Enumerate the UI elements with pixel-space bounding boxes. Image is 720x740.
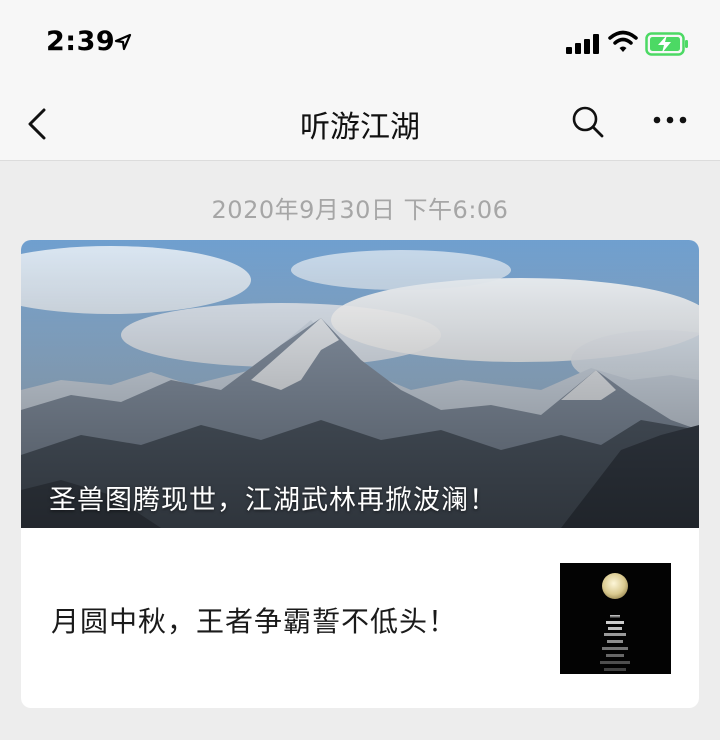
page-title: 听游江湖 [300,110,420,145]
article-card: 圣兽图腾现世，江湖武林再掀波澜！ 月圆中秋，王者争霸誓不低头！ [21,240,699,708]
battery-charging-icon [645,32,688,56]
status-time: 2:39 [46,26,116,57]
top-bar: 2:39 听游江湖 [0,0,720,161]
message-timestamp: 2020年9月30日 下午6:06 [211,196,509,224]
search-icon[interactable] [570,104,606,140]
wifi-icon [608,30,638,52]
featured-article-title: 圣兽图腾现世，江湖武林再掀波澜！ [49,485,497,516]
cellular-signal-icon [566,34,599,54]
article-title: 月圆中秋，王者争霸誓不低头！ [51,605,458,638]
article-list-item[interactable]: 月圆中秋，王者争霸誓不低头！ [21,528,699,708]
moon-thumbnail-image [560,563,671,674]
more-options-icon[interactable] [652,114,688,126]
featured-article[interactable]: 圣兽图腾现世，江湖武林再掀波澜！ [21,240,699,528]
location-arrow-icon [114,33,132,51]
